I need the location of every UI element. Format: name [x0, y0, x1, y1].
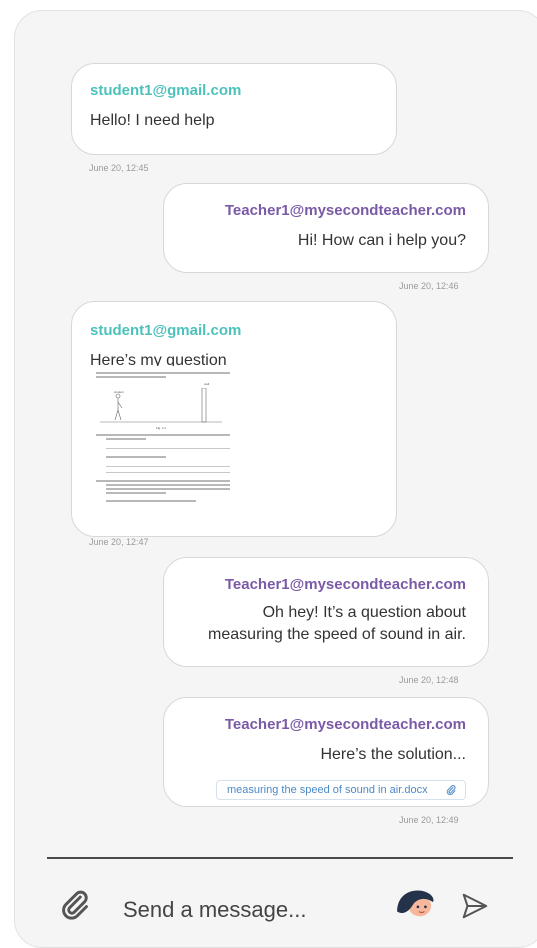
message-timestamp: June 20, 12:45 [89, 163, 149, 173]
message-timestamp: June 20, 12:47 [89, 537, 149, 547]
attachment-file[interactable]: measuring the speed of sound in air.docx [216, 780, 466, 800]
worksheet-text-line [106, 500, 196, 502]
wall-label: wall [204, 382, 210, 386]
composer-divider [47, 857, 513, 859]
worksheet-text-line [106, 438, 146, 440]
paperclip-small-icon [446, 785, 456, 796]
message-bubble-teacher: Teacher1@mysecondteacher.com Hi! How can… [163, 183, 489, 273]
message-bubble-student: student1@gmail.com Here’s my question wa… [71, 301, 397, 537]
message-sender: Teacher1@mysecondteacher.com [224, 716, 466, 733]
worksheet-text-line [106, 488, 230, 490]
paperclip-icon[interactable] [59, 889, 91, 921]
message-sender: student1@gmail.com [90, 82, 242, 99]
message-bubble-student: student1@gmail.com Hello! I need help [71, 63, 397, 155]
question-worksheet-image[interactable]: wall student Fig. 4.1 [92, 366, 238, 516]
message-timestamp: June 20, 12:48 [399, 675, 459, 685]
worksheet-answer-line [106, 466, 230, 467]
message-timestamp: June 20, 12:49 [399, 815, 459, 825]
figure-caption: Fig. 4.1 [156, 426, 167, 430]
message-timestamp: June 20, 12:46 [399, 281, 459, 291]
worksheet-text-line [106, 484, 230, 486]
worksheet-text-line [96, 376, 166, 378]
student-figure-diagram [100, 388, 222, 423]
message-sender: Teacher1@mysecondteacher.com [224, 202, 466, 219]
message-bubble-teacher: Teacher1@mysecondteacher.com Oh hey! It’… [163, 557, 489, 667]
send-icon[interactable] [460, 891, 490, 921]
message-text-line-1: Oh hey! It’s a question about [262, 604, 466, 621]
message-text: Here’s the solution... [320, 746, 466, 763]
worksheet-text-line [106, 456, 166, 458]
chat-panel: student1@gmail.com Hello! I need help Ju… [14, 10, 537, 948]
worksheet-text-line [96, 434, 230, 436]
attachment-filename: measuring the speed of sound in air.docx [227, 784, 428, 796]
worksheet-answer-line [106, 472, 230, 473]
message-input[interactable] [121, 891, 365, 929]
message-sender: Teacher1@mysecondteacher.com [224, 576, 466, 593]
worksheet-text-line [96, 372, 230, 374]
message-bubble-teacher: Teacher1@mysecondteacher.com Here’s the … [163, 697, 489, 807]
worksheet-text-line [96, 480, 230, 482]
message-text-line-2: measuring the speed of sound in air. [208, 626, 466, 643]
worksheet-answer-line [106, 448, 230, 449]
avatar-icon[interactable] [393, 887, 439, 921]
message-sender: student1@gmail.com [90, 322, 242, 339]
message-text: Hi! How can i help you? [297, 232, 466, 249]
message-text: Hello! I need help [90, 112, 215, 129]
worksheet-text-line [106, 492, 166, 494]
